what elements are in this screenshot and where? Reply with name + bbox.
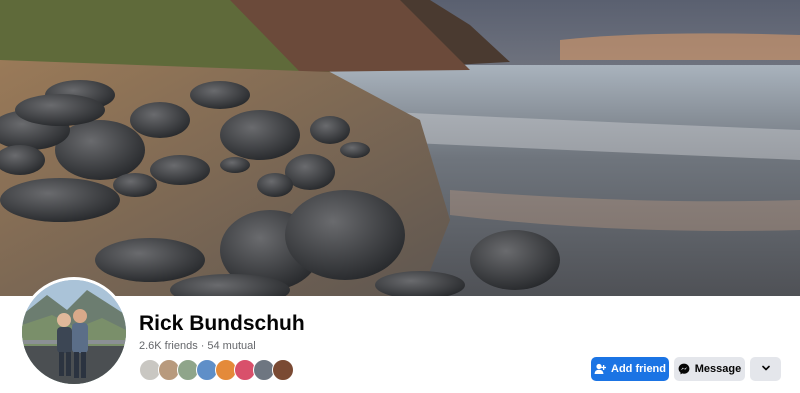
message-label: Message <box>694 363 742 375</box>
add-friend-label: Add friend <box>611 363 666 375</box>
profile-avatar[interactable] <box>19 277 129 387</box>
mutual-friend-avatar[interactable] <box>272 359 294 381</box>
stats-separator: · <box>200 340 205 352</box>
mutual-count-link[interactable]: 54 mutual <box>207 340 255 352</box>
message-button[interactable]: Message <box>674 357 745 381</box>
mutual-friends-avatars <box>139 359 294 381</box>
profile-stats: 2.6K friends · 54 mutual <box>139 340 256 352</box>
messenger-icon <box>678 363 690 375</box>
cover-image <box>0 0 800 296</box>
cover-photo[interactable] <box>0 0 800 296</box>
add-friend-button[interactable]: Add friend <box>591 357 669 381</box>
friends-count-link[interactable]: 2.6K friends <box>139 340 198 352</box>
more-options-button[interactable] <box>750 357 781 381</box>
profile-name: Rick Bundschuh <box>139 312 305 335</box>
add-person-icon <box>594 363 606 375</box>
chevron-down-icon <box>761 363 771 376</box>
profile-photo <box>22 280 126 384</box>
